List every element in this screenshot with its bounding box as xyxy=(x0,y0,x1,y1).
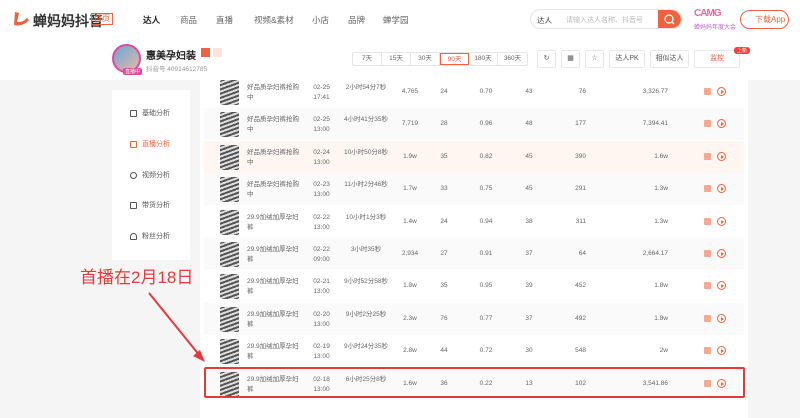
annotation-arrow xyxy=(148,292,205,362)
